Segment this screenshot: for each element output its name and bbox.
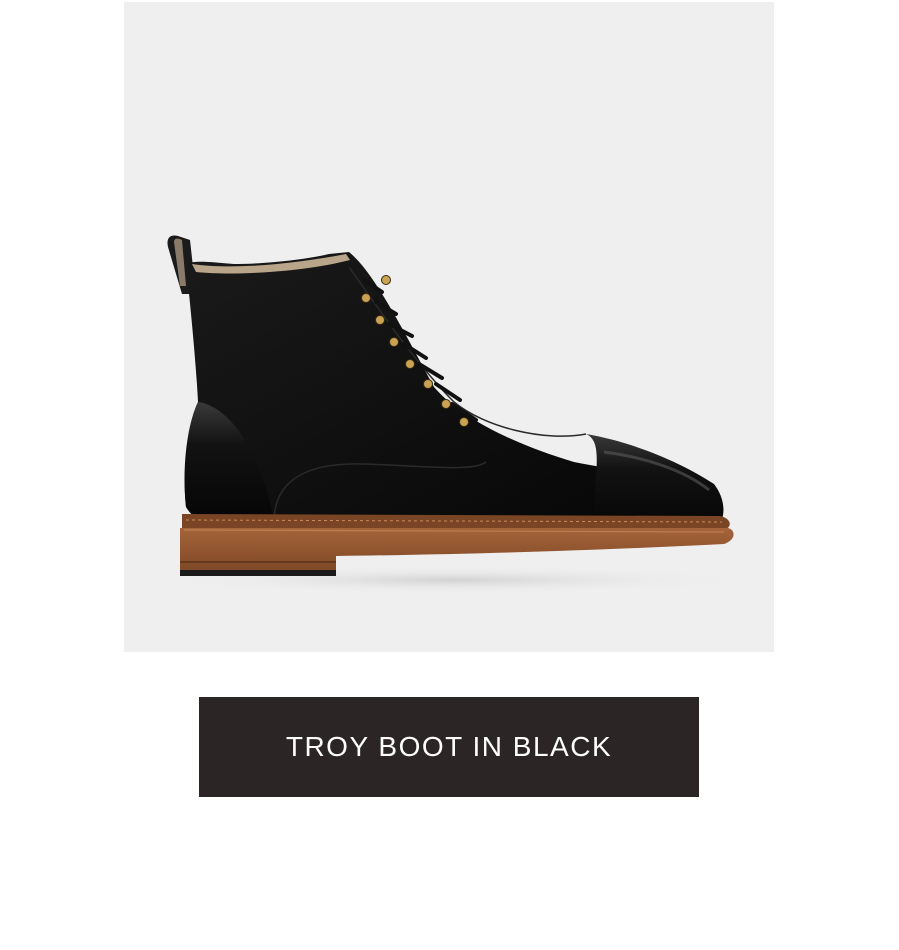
product-name-button[interactable]: TROY BOOT IN BLACK [199,697,699,797]
boot-image [154,235,754,594]
product-image[interactable] [124,2,774,652]
product-name-label: TROY BOOT IN BLACK [285,731,613,762]
